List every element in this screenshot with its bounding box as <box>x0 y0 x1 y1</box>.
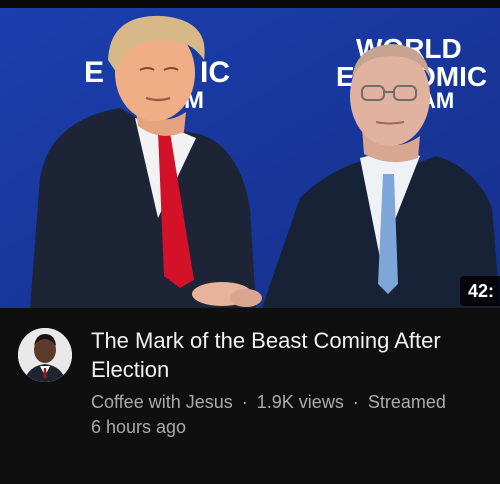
separator-dot: · <box>241 392 248 412</box>
view-count: 1.9K views <box>256 392 344 412</box>
video-thumbnail[interactable]: E IC M WORLD E OMIC AM <box>0 8 500 308</box>
thumbnail-image: E IC M WORLD E OMIC AM <box>0 8 500 308</box>
video-meta: The Mark of the Beast Coming After Elect… <box>0 308 500 484</box>
channel-avatar[interactable] <box>18 328 72 382</box>
top-strip <box>0 0 500 8</box>
banner-left-letters-2: IC <box>200 56 230 89</box>
video-card[interactable]: E IC M WORLD E OMIC AM <box>0 0 500 484</box>
video-title[interactable]: The Mark of the Beast Coming After Elect… <box>91 326 471 384</box>
avatar-image <box>18 328 72 382</box>
video-subline: Coffee with Jesus · 1.9K views · Streame… <box>91 390 486 440</box>
video-duration-badge: 42: <box>459 276 500 306</box>
separator-dot: · <box>352 392 359 412</box>
streamed-label: Streamed <box>367 392 446 412</box>
channel-name[interactable]: Coffee with Jesus <box>91 392 233 412</box>
banner-left-letter-1: E <box>84 56 104 89</box>
streamed-time: 6 hours ago <box>91 417 187 437</box>
